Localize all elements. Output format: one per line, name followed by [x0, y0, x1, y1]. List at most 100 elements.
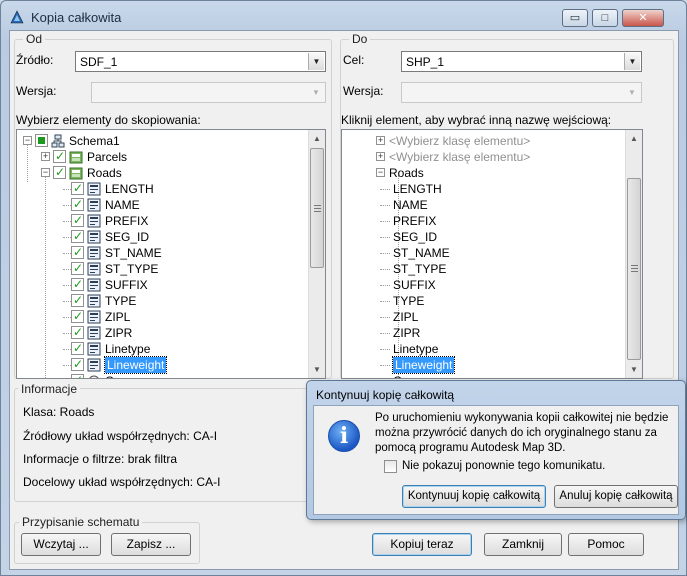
source-tree-item-label[interactable]: LENGTH	[105, 181, 154, 197]
target-tree-item-label[interactable]: SUFFIX	[393, 277, 436, 293]
target-tree-row[interactable]: PREFIX	[342, 213, 622, 229]
target-tree-row[interactable]: + <Wybierz klasę elementu>	[342, 133, 622, 149]
load-mapping-button[interactable]: Wczytaj ...	[21, 533, 101, 556]
tree-checkbox[interactable]: ✓	[71, 309, 84, 323]
target-tree-item-label[interactable]: PREFIX	[393, 213, 436, 229]
target-tree-item-label[interactable]: ST_TYPE	[393, 261, 446, 277]
source-tree-scrollbar[interactable]: ▲ ▼	[308, 130, 325, 378]
chevron-down-icon[interactable]: ▼	[624, 53, 640, 70]
tree-checkbox[interactable]: ✓	[71, 357, 84, 371]
dont-show-again-checkbox[interactable]	[384, 460, 397, 473]
target-tree-scrollbar[interactable]: ▲ ▼	[625, 130, 642, 378]
tree-checkbox[interactable]: ✓	[71, 229, 84, 243]
source-tree-row[interactable]: ✓ PREFIX	[17, 213, 307, 229]
source-tree-row[interactable]: ✓ ST_NAME	[17, 245, 307, 261]
target-tree-row[interactable]: Linetype	[342, 341, 622, 357]
target-tree-row[interactable]: SEG_ID	[342, 229, 622, 245]
scroll-up-icon[interactable]: ▲	[626, 130, 642, 147]
scroll-down-icon[interactable]: ▼	[309, 361, 325, 378]
tree-checkbox[interactable]: ✓	[71, 373, 84, 378]
target-tree-item-label[interactable]: SEG_ID	[393, 229, 437, 245]
target-tree-item-label[interactable]: Roads	[389, 165, 424, 181]
target-tree-item-label[interactable]: Geom	[393, 373, 426, 378]
source-tree-item-label[interactable]: Schema1	[69, 133, 120, 149]
close-button[interactable]: Zamknij	[484, 533, 562, 556]
target-tree-row[interactable]: ST_NAME	[342, 245, 622, 261]
source-tree-item-label[interactable]: ST_NAME	[105, 245, 162, 261]
target-tree-row[interactable]: − Roads	[342, 165, 622, 181]
target-tree-item-label[interactable]: ST_NAME	[393, 245, 450, 261]
source-tree-row[interactable]: ✓ NAME	[17, 197, 307, 213]
tree-checkbox[interactable]: ✓	[71, 245, 84, 259]
chevron-down-icon[interactable]: ▼	[308, 53, 324, 70]
collapse-icon[interactable]: −	[23, 136, 32, 145]
target-tree-item-label[interactable]: <Wybierz klasę elementu>	[389, 149, 530, 165]
tree-checkbox[interactable]: ✓	[53, 165, 66, 179]
help-button[interactable]: Pomoc	[568, 533, 644, 556]
source-tree-item-label[interactable]: Linetype	[105, 341, 150, 357]
tree-checkbox[interactable]	[35, 134, 48, 147]
source-tree-row[interactable]: ✓ ZIPL	[17, 309, 307, 325]
source-tree[interactable]: ✓ Geom ✓ Lineweight ✓ Linetype ✓ ZIPR ✓ ZIPL ✓ TYPE…	[16, 129, 326, 379]
target-tree-item-label[interactable]: Linetype	[393, 341, 438, 357]
source-tree-row[interactable]: ✓ TYPE	[17, 293, 307, 309]
target-tree-item-label[interactable]: NAME	[393, 197, 428, 213]
source-tree-row[interactable]: ✓ ST_TYPE	[17, 261, 307, 277]
scroll-thumb[interactable]	[310, 148, 324, 268]
scroll-up-icon[interactable]: ▲	[309, 130, 325, 147]
source-tree-item-label[interactable]: Lineweight	[103, 356, 168, 374]
target-tree-item-label[interactable]: LENGTH	[393, 181, 442, 197]
source-tree-item-label[interactable]: Roads	[87, 165, 122, 181]
continue-copy-button[interactable]: Kontynuuj kopię całkowitą	[402, 485, 546, 508]
source-tree-row[interactable]: ✓ LENGTH	[17, 181, 307, 197]
target-tree-row[interactable]: ZIPR	[342, 325, 622, 341]
cancel-copy-button[interactable]: Anuluj kopię całkowitą	[554, 485, 678, 508]
scroll-thumb[interactable]	[627, 178, 641, 360]
source-tree-item-label[interactable]: Parcels	[87, 149, 127, 165]
target-tree-row[interactable]: ST_TYPE	[342, 261, 622, 277]
source-tree-row[interactable]: ✓ Geom	[17, 373, 307, 378]
target-version-combo[interactable]: ▼	[401, 82, 642, 103]
target-tree-row[interactable]: + <Wybierz klasę elementu>	[342, 149, 622, 165]
target-tree-row[interactable]: LENGTH	[342, 181, 622, 197]
tree-checkbox[interactable]: ✓	[71, 213, 84, 227]
tree-checkbox[interactable]: ✓	[71, 293, 84, 307]
source-tree-item-label[interactable]: ST_TYPE	[105, 261, 158, 277]
title-bar[interactable]: Kopia całkowita ▭ □ ✕	[1, 1, 686, 31]
source-combo[interactable]: SDF_1 ▼	[75, 51, 326, 72]
source-tree-item-label[interactable]: SUFFIX	[105, 277, 148, 293]
source-tree-item-label[interactable]: NAME	[105, 197, 140, 213]
source-tree-row[interactable]: ✓ Lineweight	[17, 356, 307, 374]
expand-icon[interactable]: +	[41, 152, 50, 161]
source-tree-item-label[interactable]: SEG_ID	[105, 229, 149, 245]
target-tree-row[interactable]: Geom	[342, 373, 622, 378]
source-tree-row[interactable]: ✓ ZIPR	[17, 325, 307, 341]
close-window-button[interactable]: ✕	[622, 9, 664, 27]
target-tree-row[interactable]: SUFFIX	[342, 277, 622, 293]
source-tree-row[interactable]: ✓ Linetype	[17, 341, 307, 357]
target-combo[interactable]: SHP_1 ▼	[401, 51, 642, 72]
maximize-button[interactable]: □	[592, 9, 618, 27]
source-tree-item-label[interactable]: ZIPL	[105, 309, 130, 325]
tree-checkbox[interactable]: ✓	[71, 197, 84, 211]
target-tree-row[interactable]: TYPE	[342, 293, 622, 309]
source-tree-item-label[interactable]: TYPE	[105, 293, 136, 309]
dont-show-again-label[interactable]: Nie pokazuj ponownie tego komunikatu.	[402, 460, 605, 472]
source-tree-item-label[interactable]: Geom	[105, 373, 138, 378]
tree-checkbox[interactable]: ✓	[53, 149, 66, 163]
target-tree-row[interactable]: NAME	[342, 197, 622, 213]
source-version-combo[interactable]: ▼	[91, 82, 326, 103]
source-tree-item-label[interactable]: PREFIX	[105, 213, 148, 229]
source-tree-row[interactable]: − Schema1	[17, 133, 307, 149]
save-mapping-button[interactable]: Zapisz ...	[111, 533, 191, 556]
tree-checkbox[interactable]: ✓	[71, 277, 84, 291]
target-tree[interactable]: GeomLineweightLinetypeZIPRZIPLTYPESUFFIX…	[341, 129, 643, 379]
scroll-down-icon[interactable]: ▼	[626, 361, 642, 378]
target-tree-item-label[interactable]: TYPE	[393, 293, 424, 309]
expand-icon[interactable]: +	[376, 136, 385, 145]
target-tree-item-label[interactable]: <Wybierz klasę elementu>	[389, 133, 530, 149]
target-tree-item-label[interactable]: ZIPR	[393, 325, 420, 341]
tree-checkbox[interactable]: ✓	[71, 261, 84, 275]
tree-checkbox[interactable]: ✓	[71, 341, 84, 355]
target-tree-item-label[interactable]: ZIPL	[393, 309, 418, 325]
